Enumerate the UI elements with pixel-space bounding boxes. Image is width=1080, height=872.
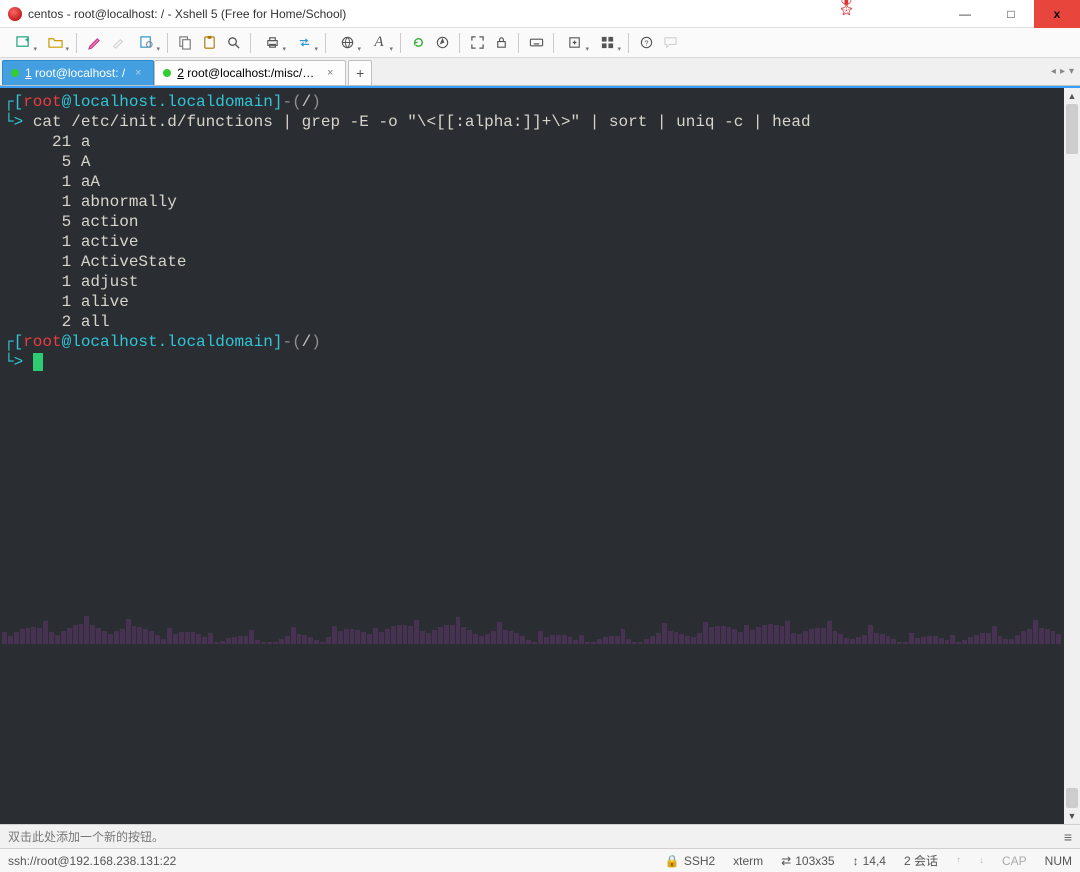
scrollbar[interactable]: ▲ ▼ bbox=[1064, 88, 1080, 824]
separator bbox=[167, 33, 168, 53]
titlebar: centos - root@localhost: / - Xshell 5 (F… bbox=[0, 0, 1080, 28]
num-indicator: NUM bbox=[1045, 854, 1072, 868]
protocol-indicator: 🔒 SSH2 bbox=[665, 854, 715, 868]
separator bbox=[553, 33, 554, 53]
hint-text: 双击此处添加一个新的按钮。 bbox=[8, 828, 164, 845]
properties-button[interactable] bbox=[131, 32, 161, 54]
tabbar: 1 root@localhost: / × 2 root@localhost:/… bbox=[0, 58, 1080, 86]
caps-indicator: CAP bbox=[1002, 854, 1027, 868]
terminal-size: ⇄ 103x35 bbox=[781, 854, 834, 868]
resize-icon: ⇄ bbox=[781, 854, 791, 868]
new-tab-button[interactable] bbox=[560, 32, 590, 54]
separator bbox=[325, 33, 326, 53]
award-icon: 🎖 bbox=[835, 0, 858, 17]
copy-button[interactable] bbox=[174, 32, 196, 54]
tab-session-2[interactable]: 2 root@localhost:/misc/cd/Pa... × bbox=[154, 60, 346, 85]
separator bbox=[400, 33, 401, 53]
cursor-icon: ↕ bbox=[853, 854, 859, 868]
minimize-button[interactable]: — bbox=[942, 0, 988, 28]
font-button[interactable]: A bbox=[364, 32, 394, 54]
terminal[interactable]: ┌[root@localhost.localdomain]-(/) └> cat… bbox=[0, 88, 1064, 824]
compass-button[interactable] bbox=[431, 32, 453, 54]
terminal-area: ┌[root@localhost.localdomain]-(/) └> cat… bbox=[0, 86, 1080, 824]
scroll-thumb[interactable] bbox=[1066, 104, 1078, 154]
layout-button[interactable] bbox=[592, 32, 622, 54]
tab-list-dropdown[interactable]: ▾ bbox=[1069, 66, 1074, 77]
scroll-track[interactable] bbox=[1064, 104, 1080, 808]
paste-button[interactable] bbox=[198, 32, 220, 54]
transfer-button[interactable] bbox=[289, 32, 319, 54]
scroll-down-button[interactable]: ▼ bbox=[1064, 808, 1080, 824]
tab-label: 1 root@localhost: / bbox=[25, 66, 125, 80]
help-button[interactable]: ? bbox=[635, 32, 657, 54]
feedback-button[interactable] bbox=[659, 32, 681, 54]
arrow-up-icon: ↑ bbox=[956, 855, 961, 866]
open-button[interactable] bbox=[40, 32, 70, 54]
new-session-button[interactable] bbox=[8, 32, 38, 54]
tab-label: 2 root@localhost:/misc/cd/Pa... bbox=[177, 66, 317, 80]
app-icon bbox=[8, 7, 22, 21]
tab-scroll-controls: ◂ ▸ ▾ bbox=[1051, 58, 1074, 85]
keyboard-button[interactable] bbox=[525, 32, 547, 54]
scroll-up-button[interactable]: ▲ bbox=[1064, 88, 1080, 104]
add-tab-button[interactable]: + bbox=[348, 60, 372, 85]
highlighter-icon[interactable] bbox=[83, 32, 105, 54]
svg-text:?: ? bbox=[644, 38, 648, 47]
status-dot-icon bbox=[163, 69, 171, 77]
status-dot-icon bbox=[11, 69, 19, 77]
window-controls: — □ x bbox=[942, 0, 1080, 28]
tab-scroll-right[interactable]: ▸ bbox=[1060, 66, 1065, 77]
globe-button[interactable] bbox=[332, 32, 362, 54]
statusbar: ssh://root@192.168.238.131:22 🔒 SSH2 xte… bbox=[0, 848, 1080, 872]
maximize-button[interactable]: □ bbox=[988, 0, 1034, 28]
find-button[interactable] bbox=[222, 32, 244, 54]
separator bbox=[518, 33, 519, 53]
separator bbox=[76, 33, 77, 53]
hamburger-icon[interactable]: ≡ bbox=[1064, 829, 1072, 845]
arrow-down-icon: ↓ bbox=[979, 855, 984, 866]
separator bbox=[250, 33, 251, 53]
quick-button-bar[interactable]: 双击此处添加一个新的按钮。 ≡ bbox=[0, 824, 1080, 848]
tab-session-1[interactable]: 1 root@localhost: / × bbox=[2, 60, 154, 85]
terminal-type: xterm bbox=[733, 854, 763, 868]
toolbar: A ? bbox=[0, 28, 1080, 58]
tab-scroll-left[interactable]: ◂ bbox=[1051, 66, 1056, 77]
close-tab-button[interactable]: × bbox=[131, 66, 145, 80]
connection-string: ssh://root@192.168.238.131:22 bbox=[8, 854, 176, 868]
lock-button[interactable] bbox=[490, 32, 512, 54]
scroll-thumb[interactable] bbox=[1066, 788, 1078, 808]
session-count: 2 会话 bbox=[904, 852, 938, 869]
close-button[interactable]: x bbox=[1034, 0, 1080, 28]
separator bbox=[459, 33, 460, 53]
color-picker-icon[interactable] bbox=[107, 32, 129, 54]
fullscreen-button[interactable] bbox=[466, 32, 488, 54]
window-title: centos - root@localhost: / - Xshell 5 (F… bbox=[28, 7, 346, 21]
lock-icon: 🔒 bbox=[665, 854, 680, 868]
separator bbox=[628, 33, 629, 53]
print-button[interactable] bbox=[257, 32, 287, 54]
close-tab-button[interactable]: × bbox=[323, 66, 337, 80]
cursor-position: ↕ 14,4 bbox=[853, 854, 886, 868]
reload-button[interactable] bbox=[407, 32, 429, 54]
